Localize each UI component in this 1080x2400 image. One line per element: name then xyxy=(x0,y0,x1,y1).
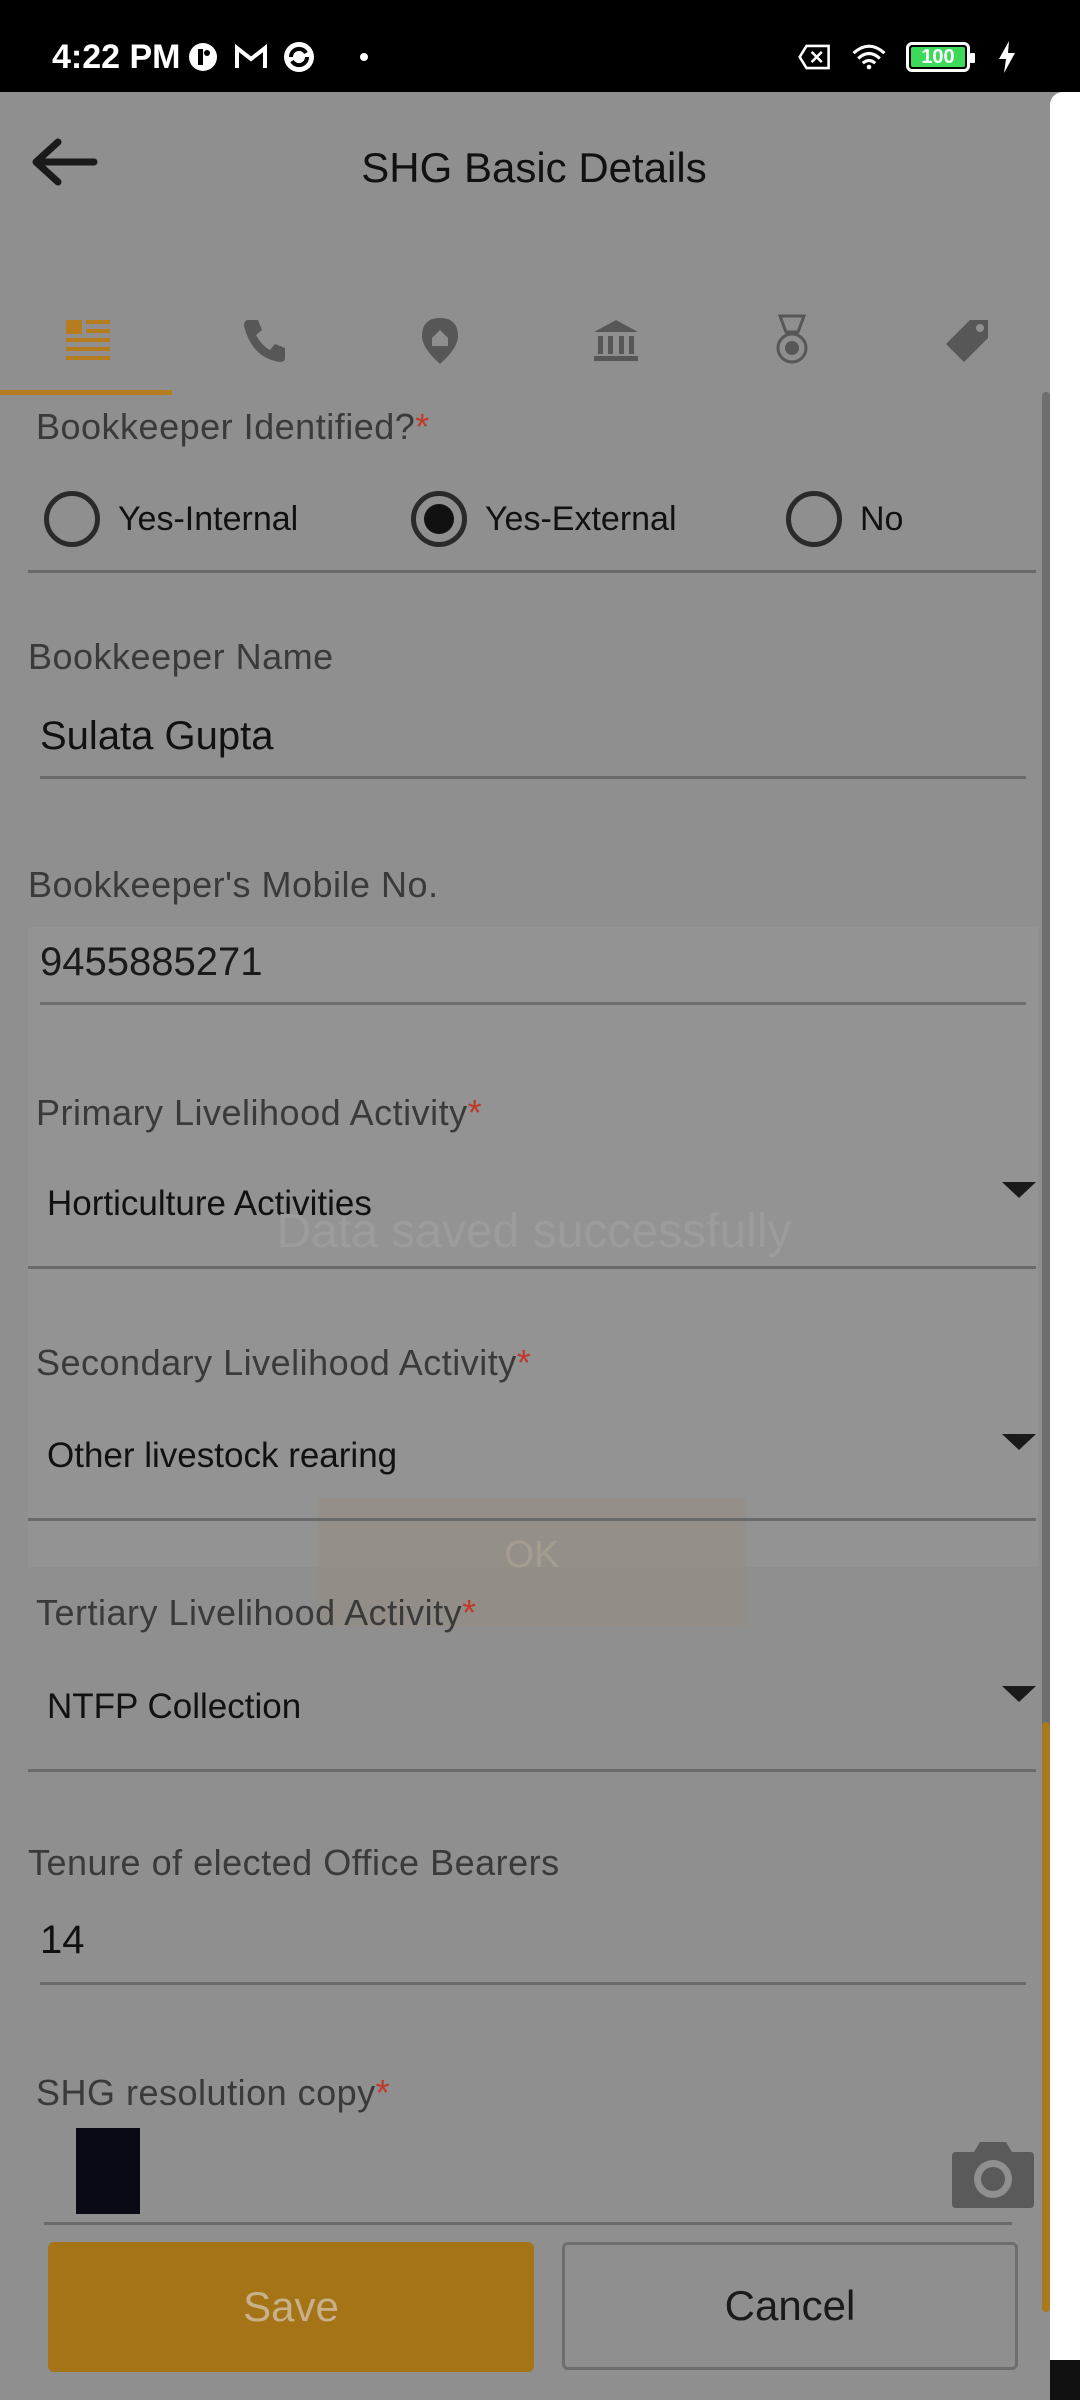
tertiary-livelihood-select[interactable]: NTFP Collection xyxy=(47,1687,301,1727)
select-underline xyxy=(28,1266,1036,1269)
tag-icon xyxy=(946,320,988,362)
gmail-icon xyxy=(234,40,268,74)
active-tab-indicator xyxy=(0,390,172,395)
radio-button-selected[interactable] xyxy=(411,491,467,547)
wifi-icon xyxy=(852,40,886,74)
tenure-input[interactable]: 14 xyxy=(40,1918,85,1963)
radio-no[interactable]: No xyxy=(786,491,903,547)
save-button[interactable]: Save xyxy=(48,2242,534,2372)
tab-achievements[interactable] xyxy=(704,314,880,400)
scrollbar-thumb[interactable] xyxy=(1042,1722,1050,2312)
tertiary-livelihood-label: Tertiary Livelihood Activity* xyxy=(36,1592,477,1633)
basic-details-icon xyxy=(66,320,110,360)
chevron-down-icon[interactable] xyxy=(1002,1686,1036,1702)
section-tabs xyxy=(0,314,1052,400)
status-bar: 4:22 PM 100 xyxy=(0,0,1080,92)
cancel-button[interactable]: Cancel xyxy=(562,2242,1018,2370)
status-right-icons: 100 xyxy=(798,40,1024,74)
bank-icon xyxy=(594,320,638,361)
tab-basic-details[interactable] xyxy=(0,314,176,400)
side-panel-corner xyxy=(1050,2360,1080,2400)
tab-tags[interactable] xyxy=(880,314,1056,400)
chevron-down-icon[interactable] xyxy=(1002,1434,1036,1450)
battery-level: 100 xyxy=(921,45,955,68)
page-title: SHG Basic Details xyxy=(361,144,707,191)
app-screen: SHG Basic Details Bookkeeper Identified?… xyxy=(0,92,1080,2400)
tab-bank[interactable] xyxy=(528,314,704,400)
input-underline xyxy=(44,2222,1012,2225)
notification-icon xyxy=(186,40,220,74)
secondary-livelihood-select[interactable]: Other livestock rearing xyxy=(47,1436,397,1476)
radio-yes-external[interactable]: Yes-External xyxy=(411,491,677,547)
input-underline xyxy=(40,1982,1026,1985)
sync-icon xyxy=(282,40,316,74)
phone-icon xyxy=(244,320,285,362)
input-underline xyxy=(40,776,1026,779)
medal-icon xyxy=(776,314,808,364)
radio-button[interactable] xyxy=(44,491,100,547)
bookkeeper-name-input[interactable]: Sulata Gupta xyxy=(40,714,274,759)
sim-off-icon xyxy=(798,40,832,74)
resolution-copy-label: SHG resolution copy* xyxy=(36,2072,391,2113)
camera-icon[interactable] xyxy=(948,2134,1038,2214)
divider xyxy=(28,570,1036,573)
status-time: 4:22 PM xyxy=(52,38,181,76)
dialog-ok-label: OK xyxy=(504,1534,560,1576)
tab-contact[interactable] xyxy=(176,314,352,400)
tenure-label: Tenure of elected Office Bearers xyxy=(28,1842,560,1883)
location-icon xyxy=(422,318,458,364)
dialog-message: Data saved successfully xyxy=(276,1205,792,1258)
primary-livelihood-label: Primary Livelihood Activity* xyxy=(36,1092,483,1133)
secondary-livelihood-label: Secondary Livelihood Activity* xyxy=(36,1342,532,1383)
more-notifications-dot xyxy=(360,53,368,61)
charging-icon xyxy=(990,40,1024,74)
bookkeeper-name-label: Bookkeeper Name xyxy=(28,636,334,677)
select-underline xyxy=(28,1769,1036,1772)
bookkeeper-identified-label: Bookkeeper Identified?* xyxy=(36,406,430,447)
status-left-icons xyxy=(186,40,368,74)
radio-button[interactable] xyxy=(786,491,842,547)
app-header: SHG Basic Details xyxy=(0,92,1052,252)
tab-location[interactable] xyxy=(352,314,528,400)
resolution-thumbnail[interactable] xyxy=(76,2128,140,2214)
battery-icon: 100 xyxy=(906,42,975,72)
select-underline xyxy=(28,1518,1036,1521)
bookkeeper-mobile-label: Bookkeeper's Mobile No. xyxy=(28,864,439,905)
chevron-down-icon[interactable] xyxy=(1002,1182,1036,1198)
radio-yes-internal[interactable]: Yes-Internal xyxy=(44,491,298,547)
